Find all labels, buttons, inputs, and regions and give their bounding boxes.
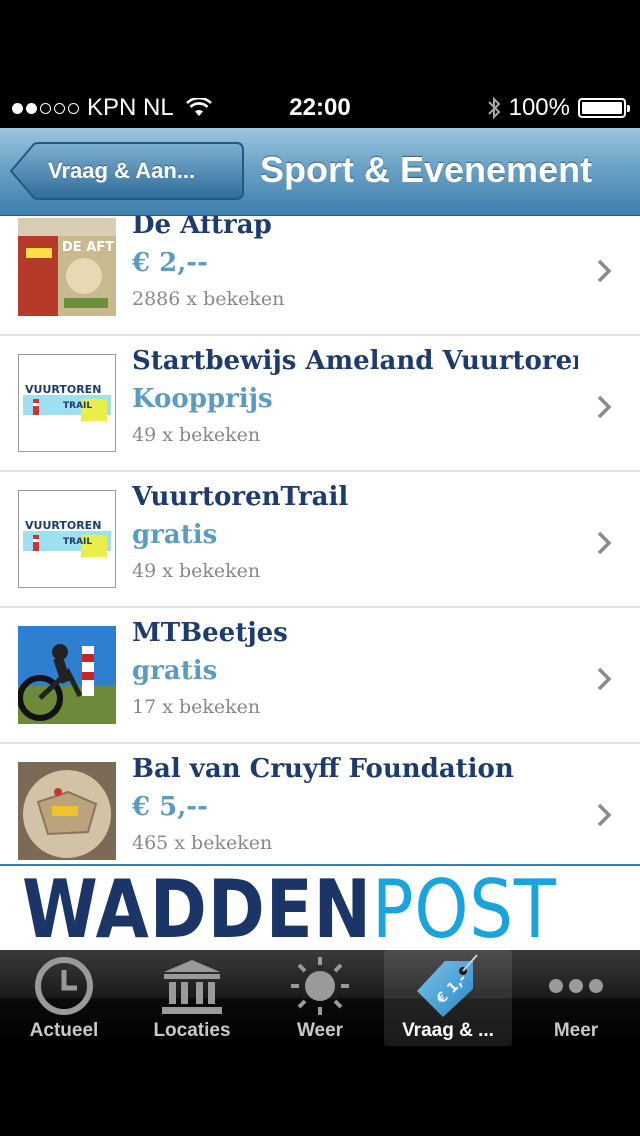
- navigation-bar: Vraag & Aan... Sport & Evenement: [0, 128, 640, 216]
- item-price: gratis: [132, 656, 218, 686]
- tab-weer[interactable]: Weer: [256, 950, 384, 1046]
- item-price: € 5,--: [132, 792, 208, 822]
- item-title: VuurtorenTrail: [132, 482, 349, 512]
- item-thumbnail: [18, 626, 116, 724]
- building-icon: [162, 960, 222, 1014]
- bottom-area: [0, 1046, 640, 1136]
- bluetooth-icon: [487, 96, 501, 120]
- item-views: 49 x bekeken: [132, 560, 261, 582]
- list-item[interactable]: DE AFT De Aftrap € 2,-- 2886 x bekeken: [0, 216, 640, 336]
- item-views: 2886 x bekeken: [132, 288, 285, 310]
- clock-icon: [35, 957, 93, 1015]
- tab-bar: Actueel Locaties Weer € 1,- Vraag & ... …: [0, 950, 640, 1046]
- chevron-right-icon: [597, 531, 612, 555]
- list-item[interactable]: VUURTOREN TRAIL VuurtorenTrail gratis 49…: [0, 472, 640, 608]
- list-item[interactable]: VUURTOREN TRAIL Startbewijs Ameland Vuur…: [0, 336, 640, 472]
- item-price: Koopprijs: [132, 384, 273, 414]
- list-item[interactable]: MTBeetjes gratis 17 x bekeken: [0, 608, 640, 744]
- item-thumbnail: VUURTOREN TRAIL: [18, 490, 116, 588]
- tab-label: Meer: [553, 1020, 599, 1041]
- item-title: Bal van Cruyff Foundation: [132, 754, 514, 784]
- item-list: DE AFT De Aftrap € 2,-- 2886 x bekeken V…: [0, 216, 640, 864]
- tab-label: Actueel: [29, 1020, 99, 1041]
- item-views: 17 x bekeken: [132, 696, 261, 718]
- item-title: MTBeetjes: [132, 618, 288, 648]
- svg-text:DE AFT: DE AFT: [62, 240, 114, 255]
- item-views: 465 x bekeken: [132, 832, 273, 854]
- item-views: 49 x bekeken: [132, 424, 261, 446]
- tab-meer[interactable]: Meer: [512, 950, 640, 1046]
- battery-percent: 100%: [508, 94, 570, 121]
- status-right: 100%: [487, 94, 630, 122]
- svg-text:VUURTOREN: VUURTOREN: [25, 519, 101, 532]
- advertisement-banner[interactable]: WADDENPOST: [0, 863, 640, 956]
- tab-locaties[interactable]: Locaties: [128, 950, 256, 1046]
- chevron-right-icon: [597, 395, 612, 419]
- sun-icon: [291, 957, 349, 1015]
- chevron-right-icon: [597, 667, 612, 691]
- svg-text:TRAIL: TRAIL: [63, 537, 92, 547]
- item-thumbnail: DE AFT: [18, 218, 116, 316]
- item-thumbnail: VUURTOREN TRAIL: [18, 354, 116, 452]
- item-title: Startbewijs Ameland Vuurtoren: [132, 346, 578, 376]
- item-price: gratis: [132, 520, 218, 550]
- tab-label: Weer: [296, 1020, 344, 1041]
- status-bar: KPN NL 22:00 100%: [0, 0, 640, 128]
- chevron-right-icon: [597, 803, 612, 827]
- page-title: Sport & Evenement: [260, 149, 593, 190]
- tab-label: Locaties: [153, 1020, 231, 1041]
- tab-vraag-aanbod[interactable]: € 1,- Vraag & ...: [384, 950, 512, 1046]
- list-item[interactable]: Bal van Cruyff Foundation € 5,-- 465 x b…: [0, 744, 640, 864]
- item-price: € 2,--: [132, 248, 208, 278]
- tab-label: Vraag & ...: [402, 1020, 494, 1041]
- back-button-label: Vraag & Aan...: [48, 158, 196, 183]
- item-thumbnail: [18, 762, 116, 860]
- svg-text:TRAIL: TRAIL: [63, 401, 92, 411]
- tab-actueel[interactable]: Actueel: [0, 950, 128, 1046]
- price-tag-icon: € 1,-: [417, 954, 478, 1017]
- battery-icon: [578, 98, 630, 118]
- back-button[interactable]: Vraag & Aan...: [10, 142, 244, 200]
- svg-text:VUURTOREN: VUURTOREN: [25, 383, 101, 396]
- item-title: De Aftrap: [132, 216, 272, 240]
- waddenpost-logo: WADDENPOST: [22, 863, 557, 956]
- chevron-right-icon: [597, 259, 612, 283]
- more-icon: [549, 979, 603, 993]
